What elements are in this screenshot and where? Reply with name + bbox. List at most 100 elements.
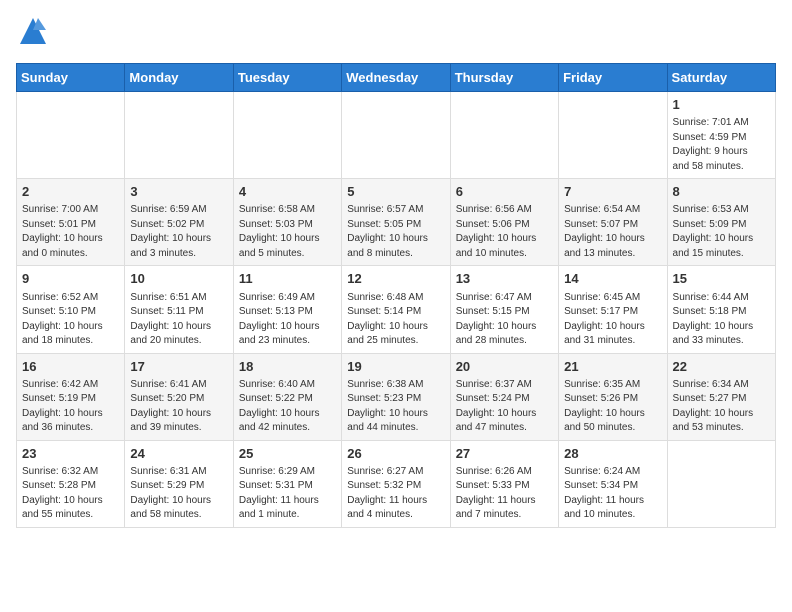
calendar-cell: 5Sunrise: 6:57 AM Sunset: 5:05 PM Daylig… [342,179,450,266]
day-info: Sunrise: 6:26 AM Sunset: 5:33 PM Dayligh… [456,465,553,523]
day-number: 6 [456,183,553,201]
calendar-cell: 2 Sunrise: 7:00 AM Sunset: 5:01 PM Daylig… [17,179,125,266]
day-number: 15 [673,270,770,288]
day-info: Sunrise: 6:29 AM Sunset: 5:31 PM Dayligh… [239,465,336,523]
weekday-header: Sunday [17,64,125,92]
logo-icon [18,16,48,46]
day-info: Sunrise: 6:34 AM Sunset: 5:27 PM Dayligh… [673,378,770,436]
calendar-cell: 23 Sunrise: 6:32 AM Sunset: 5:28 PM Dayli… [17,440,125,527]
weekday-header: Monday [125,64,233,92]
day-info: Sunrise: 6:41 AM Sunset: 5:20 PM Dayligh… [130,378,227,436]
day-info: Sunrise: 6:51 AM Sunset: 5:11 PM Dayligh… [130,291,227,349]
day-number: 5 [347,183,444,201]
calendar-cell: 20 Sunrise: 6:37 AM Sunset: 5:24 PM Dayli… [450,353,558,440]
day-number: 21 [564,358,661,376]
calendar-cell: 13Sunrise: 6:47 AM Sunset: 5:15 PM Dayli… [450,266,558,353]
calendar-cell: 7 Sunrise: 6:54 AM Sunset: 5:07 PM Daylig… [559,179,667,266]
calendar-cell: 18 Sunrise: 6:40 AM Sunset: 5:22 PM Dayli… [233,353,341,440]
day-info: Sunrise: 6:49 AM Sunset: 5:13 PM Dayligh… [239,291,336,349]
calendar-cell: 17 Sunrise: 6:41 AM Sunset: 5:20 PM Dayli… [125,353,233,440]
day-number: 27 [456,445,553,463]
day-number: 20 [456,358,553,376]
day-info: Sunrise: 6:48 AM Sunset: 5:14 PM Dayligh… [347,291,444,349]
calendar-cell: 6 Sunrise: 6:56 AM Sunset: 5:06 PM Daylig… [450,179,558,266]
calendar-cell: 1 Sunrise: 7:01 AM Sunset: 4:59 PM Daylig… [667,92,775,179]
calendar-cell: 21 Sunrise: 6:35 AM Sunset: 5:26 PM Dayli… [559,353,667,440]
day-info: Sunrise: 6:54 AM Sunset: 5:07 PM Dayligh… [564,203,661,261]
day-info: Sunrise: 6:35 AM Sunset: 5:26 PM Dayligh… [564,378,661,436]
calendar-cell: 27 Sunrise: 6:26 AM Sunset: 5:33 PM Dayli… [450,440,558,527]
day-number: 16 [22,358,119,376]
calendar-cell: 11 Sunrise: 6:49 AM Sunset: 5:13 PM Dayli… [233,266,341,353]
day-info: Sunrise: 6:56 AM Sunset: 5:06 PM Dayligh… [456,203,553,261]
day-number: 24 [130,445,227,463]
day-number: 3 [130,183,227,201]
logo [16,16,48,51]
weekday-header: Tuesday [233,64,341,92]
calendar-cell: 12 Sunrise: 6:48 AM Sunset: 5:14 PM Dayli… [342,266,450,353]
day-number: 11 [239,270,336,288]
day-number: 23 [22,445,119,463]
day-info: Sunrise: 6:24 AM Sunset: 5:34 PM Dayligh… [564,465,661,523]
day-number: 13 [456,270,553,288]
calendar-cell: 3 Sunrise: 6:59 AM Sunset: 5:02 PM Daylig… [125,179,233,266]
calendar-cell: 14 Sunrise: 6:45 AM Sunset: 5:17 PM Dayli… [559,266,667,353]
calendar-cell: 8Sunrise: 6:53 AM Sunset: 5:09 PM Daylig… [667,179,775,266]
day-number: 10 [130,270,227,288]
day-number: 19 [347,358,444,376]
calendar-cell: 26 Sunrise: 6:27 AM Sunset: 5:32 PM Dayli… [342,440,450,527]
calendar-cell: 19 Sunrise: 6:38 AM Sunset: 5:23 PM Dayli… [342,353,450,440]
calendar-cell [342,92,450,179]
calendar-cell: 22 Sunrise: 6:34 AM Sunset: 5:27 PM Dayli… [667,353,775,440]
day-info: Sunrise: 6:27 AM Sunset: 5:32 PM Dayligh… [347,465,444,523]
page-header [16,16,776,51]
calendar-cell: 24 Sunrise: 6:31 AM Sunset: 5:29 PM Dayli… [125,440,233,527]
day-info: Sunrise: 6:52 AM Sunset: 5:10 PM Dayligh… [22,291,119,349]
day-info: Sunrise: 6:59 AM Sunset: 5:02 PM Dayligh… [130,203,227,261]
calendar-cell [450,92,558,179]
calendar-cell [559,92,667,179]
day-info: Sunrise: 6:37 AM Sunset: 5:24 PM Dayligh… [456,378,553,436]
calendar-week-row: 16 Sunrise: 6:42 AM Sunset: 5:19 PM Dayli… [17,353,776,440]
day-info: Sunrise: 6:45 AM Sunset: 5:17 PM Dayligh… [564,291,661,349]
calendar-header-row: SundayMondayTuesdayWednesdayThursdayFrid… [17,64,776,92]
day-number: 18 [239,358,336,376]
day-number: 26 [347,445,444,463]
calendar-cell: 28 Sunrise: 6:24 AM Sunset: 5:34 PM Dayli… [559,440,667,527]
day-number: 1 [673,96,770,114]
day-number: 2 [22,183,119,201]
day-number: 22 [673,358,770,376]
calendar-week-row: 1 Sunrise: 7:01 AM Sunset: 4:59 PM Daylig… [17,92,776,179]
day-info: Sunrise: 6:58 AM Sunset: 5:03 PM Dayligh… [239,203,336,261]
calendar-cell: 25 Sunrise: 6:29 AM Sunset: 5:31 PM Dayli… [233,440,341,527]
calendar-cell: 9 Sunrise: 6:52 AM Sunset: 5:10 PM Daylig… [17,266,125,353]
day-info: Sunrise: 6:32 AM Sunset: 5:28 PM Dayligh… [22,465,119,523]
day-number: 14 [564,270,661,288]
day-number: 4 [239,183,336,201]
weekday-header: Thursday [450,64,558,92]
day-number: 25 [239,445,336,463]
day-info: Sunrise: 6:38 AM Sunset: 5:23 PM Dayligh… [347,378,444,436]
day-number: 28 [564,445,661,463]
calendar-cell [667,440,775,527]
day-info: Sunrise: 6:40 AM Sunset: 5:22 PM Dayligh… [239,378,336,436]
day-info: Sunrise: 7:00 AM Sunset: 5:01 PM Dayligh… [22,203,119,261]
day-info: Sunrise: 7:01 AM Sunset: 4:59 PM Dayligh… [673,116,770,174]
calendar-cell: 16 Sunrise: 6:42 AM Sunset: 5:19 PM Dayli… [17,353,125,440]
day-number: 8 [673,183,770,201]
day-number: 9 [22,270,119,288]
calendar-cell [233,92,341,179]
day-number: 7 [564,183,661,201]
calendar-week-row: 2 Sunrise: 7:00 AM Sunset: 5:01 PM Daylig… [17,179,776,266]
calendar-cell [125,92,233,179]
day-info: Sunrise: 6:42 AM Sunset: 5:19 PM Dayligh… [22,378,119,436]
calendar-cell: 10 Sunrise: 6:51 AM Sunset: 5:11 PM Dayli… [125,266,233,353]
calendar-week-row: 9 Sunrise: 6:52 AM Sunset: 5:10 PM Daylig… [17,266,776,353]
calendar-cell [17,92,125,179]
day-number: 17 [130,358,227,376]
day-info: Sunrise: 6:31 AM Sunset: 5:29 PM Dayligh… [130,465,227,523]
calendar-cell: 4 Sunrise: 6:58 AM Sunset: 5:03 PM Daylig… [233,179,341,266]
day-number: 12 [347,270,444,288]
weekday-header: Wednesday [342,64,450,92]
calendar-table: SundayMondayTuesdayWednesdayThursdayFrid… [16,63,776,528]
